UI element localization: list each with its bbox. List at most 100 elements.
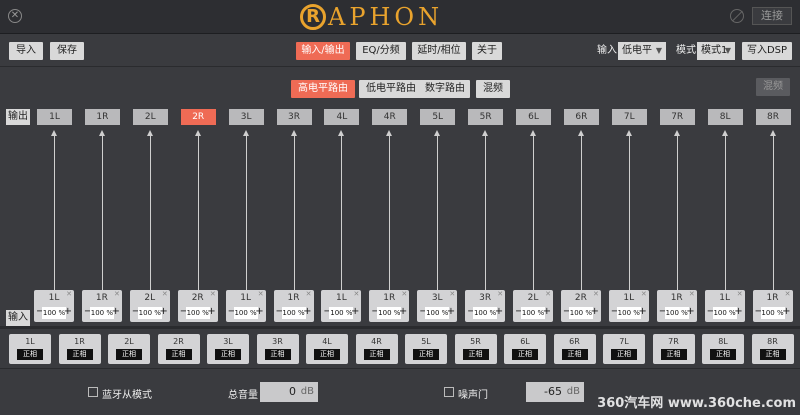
phase-toggle[interactable]: 正相: [66, 349, 93, 360]
increase-button[interactable]: +: [495, 306, 503, 317]
mix-level-value[interactable]: 100 %: [616, 307, 641, 319]
mix-level-value[interactable]: 100 %: [473, 307, 498, 319]
channel-phase-card-1R[interactable]: 1R 正相: [58, 334, 101, 364]
mix-level-value[interactable]: 100 %: [377, 307, 402, 319]
increase-button[interactable]: +: [686, 306, 694, 317]
increase-button[interactable]: +: [543, 306, 551, 317]
phase-toggle[interactable]: 正相: [363, 349, 390, 360]
channel-phase-card-4R[interactable]: 4R 正相: [355, 334, 398, 364]
remove-icon[interactable]: ✕: [641, 290, 647, 298]
tab-mixing[interactable]: 混频: [476, 80, 510, 98]
mix-level-value[interactable]: 100 %: [664, 307, 689, 319]
output-channel-2R[interactable]: 2R: [180, 109, 216, 125]
phase-toggle[interactable]: 正相: [710, 349, 736, 360]
channel-phase-card-3L[interactable]: 3L 正相: [207, 334, 249, 364]
bluetooth-checkbox[interactable]: [88, 387, 98, 397]
remove-icon[interactable]: ✕: [162, 290, 168, 298]
connect-button[interactable]: 连接: [752, 7, 792, 25]
tab-delay-phase[interactable]: 延时/相位: [412, 42, 466, 60]
remove-icon[interactable]: ✕: [785, 290, 791, 298]
output-channel-3R[interactable]: 3R: [276, 109, 312, 125]
mix-level-value[interactable]: 100 %: [233, 307, 258, 319]
output-channel-8R[interactable]: 8R: [755, 109, 791, 125]
tab-digital-routing[interactable]: 数字路由: [420, 80, 470, 98]
channel-phase-card-2L[interactable]: 2L 正相: [108, 334, 150, 364]
phase-toggle[interactable]: 正相: [314, 349, 340, 360]
increase-button[interactable]: +: [591, 306, 599, 317]
mix-level-value[interactable]: 100 %: [712, 307, 737, 319]
channel-phase-card-6L[interactable]: 6L 正相: [504, 334, 546, 364]
phase-toggle[interactable]: 正相: [215, 349, 241, 360]
noise-gate-input[interactable]: -65 dB: [526, 382, 584, 402]
mix-level-value[interactable]: 100 %: [42, 307, 66, 319]
remove-icon[interactable]: ✕: [497, 290, 503, 298]
remove-icon[interactable]: ✕: [689, 290, 695, 298]
increase-button[interactable]: +: [351, 306, 359, 317]
output-channel-6R[interactable]: 6R: [563, 109, 599, 125]
increase-button[interactable]: +: [303, 306, 311, 317]
remove-icon[interactable]: ✕: [114, 290, 120, 298]
channel-phase-card-8R[interactable]: 8R 正相: [751, 334, 794, 364]
increase-button[interactable]: +: [159, 306, 167, 317]
remove-icon[interactable]: ✕: [354, 290, 360, 298]
channel-phase-card-1L[interactable]: 1L 正相: [9, 334, 51, 364]
output-channel-7R[interactable]: 7R: [659, 109, 695, 125]
mixing-button[interactable]: 混频: [756, 78, 790, 96]
remove-icon[interactable]: ✕: [306, 290, 312, 298]
mix-level-value[interactable]: 100 %: [760, 307, 785, 319]
phase-toggle[interactable]: 正相: [512, 349, 538, 360]
mix-level-value[interactable]: 100 %: [137, 307, 162, 319]
tab-about[interactable]: 关于: [472, 42, 502, 60]
output-channel-6L[interactable]: 6L: [516, 109, 551, 125]
remove-icon[interactable]: ✕: [66, 290, 72, 298]
remove-icon[interactable]: ✕: [545, 290, 551, 298]
phase-toggle[interactable]: 正相: [759, 349, 786, 360]
output-channel-4L[interactable]: 4L: [324, 109, 360, 125]
increase-button[interactable]: +: [207, 306, 215, 317]
phase-toggle[interactable]: 正相: [611, 349, 637, 360]
channel-phase-card-5L[interactable]: 5L 正相: [405, 334, 447, 364]
tab-input-output[interactable]: 输入/输出: [296, 42, 350, 60]
output-channel-4R[interactable]: 4R: [372, 109, 408, 125]
output-channel-5R[interactable]: 5R: [468, 109, 504, 125]
phase-toggle[interactable]: 正相: [413, 349, 439, 360]
phase-toggle[interactable]: 正相: [165, 349, 192, 360]
output-channel-8L[interactable]: 8L: [707, 109, 743, 125]
phase-toggle[interactable]: 正相: [17, 349, 43, 360]
close-icon[interactable]: ✕: [8, 9, 22, 23]
channel-phase-card-6R[interactable]: 6R 正相: [553, 334, 596, 364]
phase-toggle[interactable]: 正相: [660, 349, 687, 360]
output-channel-3L[interactable]: 3L: [228, 109, 264, 125]
remove-icon[interactable]: ✕: [449, 290, 455, 298]
input-source-select[interactable]: 低电平 ▼: [618, 42, 666, 60]
tab-high-level-routing[interactable]: 高电平路由: [291, 80, 355, 98]
phase-toggle[interactable]: 正相: [462, 349, 489, 360]
master-volume-input[interactable]: 0 dB: [260, 382, 318, 402]
channel-phase-card-8L[interactable]: 8L 正相: [702, 334, 744, 364]
channel-phase-card-7L[interactable]: 7L 正相: [603, 334, 645, 364]
channel-phase-card-2R[interactable]: 2R 正相: [157, 334, 200, 364]
increase-button[interactable]: +: [112, 306, 120, 317]
mix-level-value[interactable]: 100 %: [281, 307, 306, 319]
channel-phase-card-5R[interactable]: 5R 正相: [454, 334, 497, 364]
mix-level-value[interactable]: 100 %: [329, 307, 354, 319]
mix-level-value[interactable]: 100 %: [425, 307, 450, 319]
channel-phase-card-7R[interactable]: 7R 正相: [652, 334, 695, 364]
write-dsp-button[interactable]: 写入DSP: [742, 42, 792, 60]
increase-button[interactable]: +: [64, 306, 72, 317]
increase-button[interactable]: +: [399, 306, 407, 317]
tab-eq-crossover[interactable]: EQ/分频: [356, 42, 406, 60]
output-channel-1R[interactable]: 1R: [84, 109, 120, 125]
increase-button[interactable]: +: [638, 306, 646, 317]
increase-button[interactable]: +: [447, 306, 455, 317]
phase-toggle[interactable]: 正相: [116, 349, 142, 360]
noise-gate-checkbox[interactable]: [444, 387, 454, 397]
phase-toggle[interactable]: 正相: [264, 349, 291, 360]
output-channel-7L[interactable]: 7L: [611, 109, 647, 125]
output-channel-2L[interactable]: 2L: [132, 109, 168, 125]
remove-icon[interactable]: ✕: [210, 290, 216, 298]
channel-phase-card-3R[interactable]: 3R 正相: [256, 334, 299, 364]
increase-button[interactable]: +: [782, 306, 790, 317]
phase-toggle[interactable]: 正相: [561, 349, 588, 360]
channel-phase-card-4L[interactable]: 4L 正相: [306, 334, 348, 364]
